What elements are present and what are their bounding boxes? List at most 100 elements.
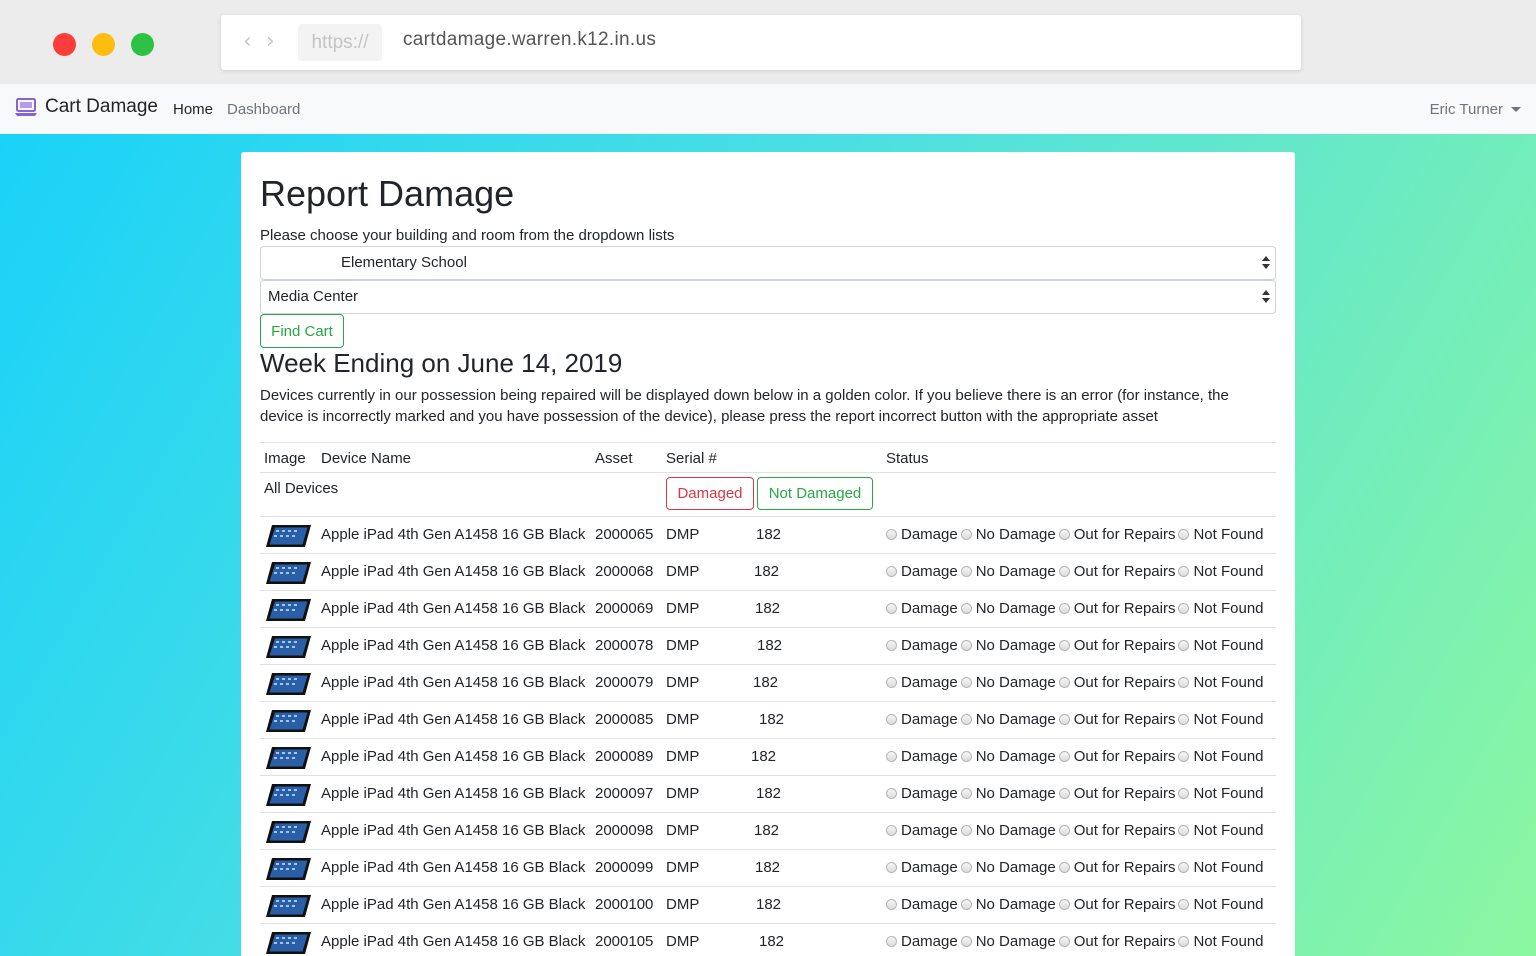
minimize-window-button[interactable] [92, 33, 115, 56]
radio-button[interactable] [960, 603, 972, 614]
radio-button[interactable] [1058, 603, 1070, 614]
radio-button[interactable] [1058, 566, 1070, 577]
radio-button[interactable] [886, 899, 897, 910]
radio-button[interactable] [1178, 788, 1190, 799]
status-option[interactable]: Not Found [1178, 563, 1264, 580]
radio-button[interactable] [886, 788, 897, 799]
radio-button[interactable] [886, 862, 897, 873]
radio-button[interactable] [1178, 899, 1190, 910]
status-option[interactable]: Out for Repairs [1058, 711, 1175, 728]
status-option[interactable]: Damage [886, 600, 958, 617]
status-option[interactable]: No Damage [960, 526, 1056, 543]
status-option[interactable]: Damage [886, 785, 958, 802]
radio-button[interactable] [886, 714, 897, 725]
radio-button[interactable] [1178, 936, 1190, 947]
status-option[interactable]: Not Found [1178, 822, 1264, 839]
radio-button[interactable] [1178, 825, 1190, 836]
radio-button[interactable] [960, 714, 972, 725]
status-option[interactable]: Out for Repairs [1058, 637, 1175, 654]
status-option[interactable]: No Damage [960, 748, 1056, 765]
status-option[interactable]: Out for Repairs [1058, 563, 1175, 580]
status-option[interactable]: Damage [886, 822, 958, 839]
radio-button[interactable] [1058, 714, 1070, 725]
radio-button[interactable] [1178, 603, 1190, 614]
status-option[interactable]: Not Found [1178, 526, 1264, 543]
status-option[interactable]: No Damage [960, 933, 1056, 950]
status-option[interactable]: Not Found [1178, 600, 1264, 617]
radio-button[interactable] [960, 788, 972, 799]
status-option[interactable]: Out for Repairs [1058, 674, 1175, 691]
radio-button[interactable] [960, 640, 972, 651]
radio-button[interactable] [886, 825, 897, 836]
status-option[interactable]: Out for Repairs [1058, 526, 1175, 543]
status-option[interactable]: Out for Repairs [1058, 785, 1175, 802]
radio-button[interactable] [886, 936, 897, 947]
status-option[interactable]: Damage [886, 674, 958, 691]
radio-button[interactable] [960, 936, 972, 947]
radio-button[interactable] [960, 899, 972, 910]
nav-home-link[interactable]: Home [173, 101, 213, 118]
status-option[interactable]: Damage [886, 748, 958, 765]
status-option[interactable]: Damage [886, 563, 958, 580]
status-option[interactable]: Not Found [1178, 785, 1264, 802]
status-option[interactable]: Out for Repairs [1058, 822, 1175, 839]
radio-button[interactable] [960, 862, 972, 873]
radio-button[interactable] [960, 677, 972, 688]
status-option[interactable]: Damage [886, 526, 958, 543]
radio-button[interactable] [1178, 529, 1190, 540]
radio-button[interactable] [960, 751, 972, 762]
back-arrow-icon[interactable]: ‹ [243, 29, 252, 54]
status-option[interactable]: Out for Repairs [1058, 748, 1175, 765]
status-option[interactable]: Damage [886, 896, 958, 913]
status-option[interactable]: No Damage [960, 859, 1056, 876]
status-option[interactable]: No Damage [960, 711, 1056, 728]
status-option[interactable]: Not Found [1178, 748, 1264, 765]
radio-button[interactable] [960, 825, 972, 836]
status-option[interactable]: Damage [886, 637, 958, 654]
radio-button[interactable] [960, 529, 972, 540]
status-option[interactable]: Damage [886, 711, 958, 728]
radio-button[interactable] [886, 677, 897, 688]
status-option[interactable]: No Damage [960, 896, 1056, 913]
radio-button[interactable] [1178, 862, 1190, 873]
forward-arrow-icon[interactable]: › [266, 29, 275, 54]
status-option[interactable]: Damage [886, 933, 958, 950]
status-option[interactable]: Out for Repairs [1058, 933, 1175, 950]
status-option[interactable]: Not Found [1178, 896, 1264, 913]
radio-button[interactable] [886, 566, 897, 577]
url-text[interactable]: cartdamage.warren.k12.in.us [403, 29, 656, 51]
status-option[interactable]: Not Found [1178, 933, 1264, 950]
radio-button[interactable] [960, 566, 972, 577]
status-option[interactable]: No Damage [960, 637, 1056, 654]
building-select[interactable]: Elementary School [260, 246, 1276, 280]
radio-button[interactable] [1178, 677, 1190, 688]
radio-button[interactable] [886, 640, 897, 651]
radio-button[interactable] [1058, 677, 1070, 688]
find-cart-button[interactable]: Find Cart [260, 314, 344, 348]
radio-button[interactable] [1058, 825, 1070, 836]
close-window-button[interactable] [53, 33, 76, 56]
status-option[interactable]: No Damage [960, 785, 1056, 802]
address-bar[interactable]: ‹ › https:// cartdamage.warren.k12.in.us [221, 15, 1301, 70]
status-option[interactable]: Out for Repairs [1058, 896, 1175, 913]
status-option[interactable]: Out for Repairs [1058, 859, 1175, 876]
radio-button[interactable] [1058, 899, 1070, 910]
radio-button[interactable] [1058, 640, 1070, 651]
nav-dashboard-link[interactable]: Dashboard [227, 101, 300, 118]
maximize-window-button[interactable] [131, 33, 154, 56]
status-option[interactable]: Damage [886, 859, 958, 876]
radio-button[interactable] [1058, 936, 1070, 947]
room-select[interactable]: Media Center [260, 280, 1276, 314]
status-option[interactable]: No Damage [960, 674, 1056, 691]
status-option[interactable]: Not Found [1178, 711, 1264, 728]
radio-button[interactable] [1058, 529, 1070, 540]
status-option[interactable]: Out for Repairs [1058, 600, 1175, 617]
status-option[interactable]: No Damage [960, 600, 1056, 617]
status-option[interactable]: Not Found [1178, 637, 1264, 654]
radio-button[interactable] [1058, 862, 1070, 873]
radio-button[interactable] [886, 603, 897, 614]
radio-button[interactable] [886, 751, 897, 762]
status-option[interactable]: Not Found [1178, 859, 1264, 876]
status-option[interactable]: No Damage [960, 563, 1056, 580]
radio-button[interactable] [1058, 788, 1070, 799]
